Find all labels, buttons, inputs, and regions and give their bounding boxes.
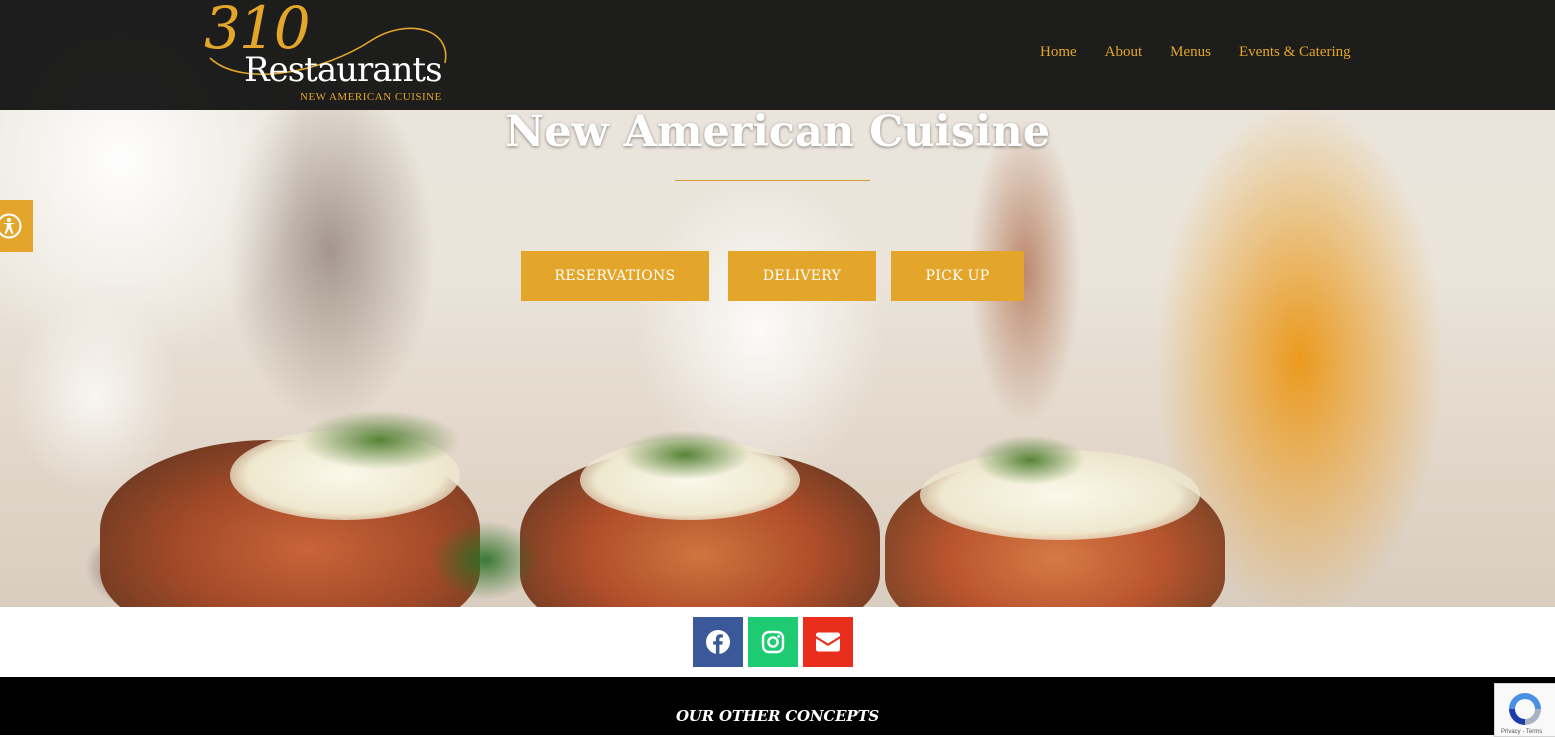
nav-item-about[interactable]: About xyxy=(1105,44,1143,61)
site-logo[interactable]: 310 Restaurants NEW AMERICAN CUISINE xyxy=(200,0,450,106)
footer: OUR OTHER CONCEPTS xyxy=(0,677,1555,735)
instagram-button[interactable] xyxy=(748,617,798,667)
instagram-icon xyxy=(761,630,785,654)
hero-photo-detail xyxy=(430,520,540,600)
facebook-button[interactable] xyxy=(693,617,743,667)
envelope-icon xyxy=(816,632,840,652)
pickup-button[interactable]: PICK UP xyxy=(891,251,1024,301)
reservations-button[interactable]: RESERVATIONS xyxy=(521,251,709,301)
accessibility-icon xyxy=(0,213,22,239)
footer-concepts-title: OUR OTHER CONCEPTS xyxy=(675,707,880,725)
hero-title: New American Cuisine xyxy=(504,107,1051,157)
hero-photo-detail xyxy=(620,430,750,480)
logo-tagline: NEW AMERICAN CUISINE xyxy=(300,91,442,103)
nav-item-events-catering[interactable]: Events & Catering xyxy=(1239,44,1351,61)
main-nav: Home About Menus Events & Catering xyxy=(1040,44,1351,61)
site-header: 310 Restaurants NEW AMERICAN CUISINE Hom… xyxy=(0,0,1555,110)
nav-item-home[interactable]: Home xyxy=(1040,44,1077,61)
facebook-icon xyxy=(706,630,730,654)
hero-photo-detail xyxy=(300,410,460,470)
nav-item-menus[interactable]: Menus xyxy=(1170,44,1211,61)
recaptcha-terms[interactable]: Privacy - Terms xyxy=(1501,729,1542,735)
recaptcha-icon xyxy=(1509,693,1541,725)
email-button[interactable] xyxy=(803,617,853,667)
hero-photo-detail xyxy=(975,435,1085,485)
accessibility-button[interactable] xyxy=(0,200,33,252)
recaptcha-badge[interactable]: Privacy - Terms xyxy=(1494,683,1555,737)
hero-divider xyxy=(675,180,870,181)
logo-name: Restaurants xyxy=(244,50,443,90)
delivery-button[interactable]: DELIVERY xyxy=(728,251,876,301)
